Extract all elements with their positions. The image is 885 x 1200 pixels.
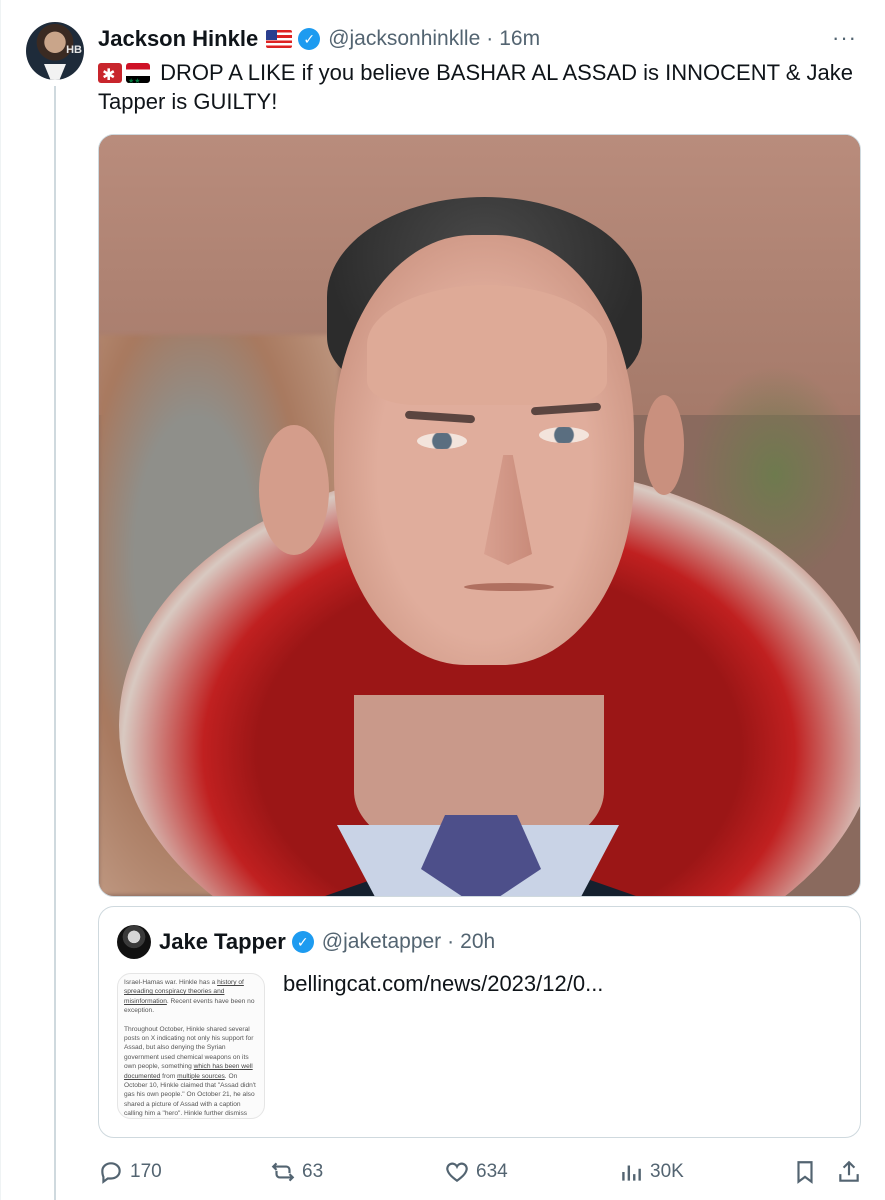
repost-button[interactable]: 63 bbox=[270, 1150, 323, 1194]
avatar-shirt bbox=[44, 64, 66, 80]
author-avatar[interactable]: HB bbox=[26, 22, 84, 80]
like-button[interactable]: 634 bbox=[444, 1150, 508, 1194]
verified-badge-icon[interactable]: ✓ bbox=[291, 931, 314, 953]
verified-badge-icon[interactable]: ✓ bbox=[298, 28, 321, 50]
photo-ear-left bbox=[259, 425, 329, 555]
analytics-icon bbox=[622, 1165, 641, 1181]
more-options-icon[interactable]: ··· bbox=[832, 24, 857, 52]
syria-flag-icon bbox=[126, 63, 150, 83]
photo-eye-right bbox=[539, 427, 589, 443]
timeline-left-border bbox=[0, 0, 1, 1200]
tweet-timestamp[interactable]: 16m bbox=[499, 27, 540, 51]
tweet-action-bar: 170 63 634 30K bbox=[98, 1150, 861, 1194]
quoted-article-thumbnail[interactable]: Israel-Hamas war. Hinkle has a history o… bbox=[117, 973, 265, 1119]
quoted-header-separator: · bbox=[447, 930, 455, 953]
author-name[interactable]: Jackson Hinkle bbox=[98, 26, 258, 52]
quoted-author-name[interactable]: Jake Tapper bbox=[159, 929, 286, 955]
heart-icon bbox=[446, 1162, 468, 1182]
photo-ear-right bbox=[644, 395, 684, 495]
tweet-text: DROP A LIKE if you believe BASHAR AL ASS… bbox=[98, 58, 858, 116]
reply-count: 170 bbox=[130, 1161, 162, 1182]
share-icon bbox=[839, 1160, 859, 1182]
us-flag-icon bbox=[266, 30, 293, 48]
thumbnail-paragraph-1: Israel-Hamas war. Hinkle has a history o… bbox=[124, 978, 258, 1016]
quoted-author-handle[interactable]: @jaketapper bbox=[322, 930, 441, 954]
quoted-tweet-header: Jake Tapper ✓ @jaketapper · 20h bbox=[159, 925, 495, 959]
like-count: 634 bbox=[476, 1161, 508, 1182]
repost-count: 63 bbox=[302, 1161, 324, 1182]
thumbnail-link: multiple sources bbox=[177, 1072, 225, 1080]
thumbnail-text: from bbox=[160, 1072, 178, 1080]
reply-icon bbox=[101, 1162, 121, 1184]
thread-connector-line bbox=[54, 86, 56, 1200]
thumbnail-text: Israel-Hamas war. Hinkle has a bbox=[124, 979, 218, 986]
tweet-photo[interactable] bbox=[98, 134, 861, 897]
quoted-tweet-card[interactable]: Jake Tapper ✓ @jaketapper · 20h Israel-H… bbox=[98, 906, 861, 1138]
photo-eye-left bbox=[417, 433, 467, 449]
avatar-badge: HB bbox=[66, 44, 82, 56]
quoted-link-text[interactable]: bellingcat.com/news/2023/12/0... bbox=[283, 971, 603, 997]
views-count: 30K bbox=[650, 1161, 684, 1182]
photo-mouth bbox=[464, 583, 554, 591]
quoted-author-avatar[interactable] bbox=[117, 925, 151, 959]
repost-icon bbox=[271, 1162, 295, 1182]
tweet-header: Jackson Hinkle ✓ @jacksonhinklle · 16m ·… bbox=[98, 24, 857, 54]
tweet-body: DROP A LIKE if you believe BASHAR AL ASS… bbox=[98, 60, 854, 114]
share-button[interactable] bbox=[836, 1150, 868, 1194]
kremlin-tower-icon bbox=[98, 63, 122, 83]
thumbnail-paragraph-2: Throughout October, Hinkle shared severa… bbox=[124, 1025, 258, 1118]
bookmark-button[interactable] bbox=[792, 1150, 824, 1194]
bookmark-icon bbox=[797, 1161, 813, 1184]
header-separator: · bbox=[486, 27, 494, 50]
photo-forehead bbox=[367, 285, 607, 405]
quoted-tweet-timestamp[interactable]: 20h bbox=[460, 930, 495, 954]
reply-button[interactable]: 170 bbox=[98, 1150, 162, 1194]
author-handle[interactable]: @jacksonhinklle bbox=[328, 27, 480, 51]
views-button[interactable]: 30K bbox=[618, 1150, 684, 1194]
